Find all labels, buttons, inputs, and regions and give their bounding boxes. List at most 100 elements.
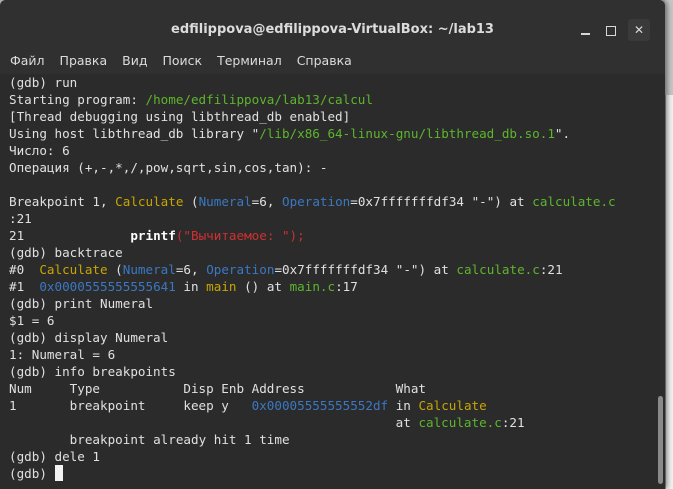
terminal-text: Operation — [206, 262, 275, 277]
terminal-line: Операция (+,-,*,/,pow,sqrt,sin,cos,tan):… — [9, 159, 655, 176]
terminal-line: (gdb) backtrace — [9, 244, 655, 261]
terminal-text: Num Type Disp Enb Address What — [9, 381, 427, 396]
terminal-text: Starting program: — [9, 92, 146, 107]
terminal-text: (gdb) backtrace — [9, 245, 123, 260]
menu-item-edit[interactable]: Правка — [60, 53, 108, 68]
terminal-text: #1 — [9, 279, 40, 294]
terminal-text: Breakpoint 1, — [9, 194, 116, 209]
terminal-text: 21 — [9, 228, 131, 243]
terminal-line: (gdb) display Numeral — [9, 329, 655, 346]
terminal-text: () at — [236, 279, 290, 294]
terminal-text: =0x7fffffffdf34 "-") at — [274, 262, 457, 277]
terminal-text: /lib/x86_64-linux-gnu/libthread_db.so.1 — [259, 126, 555, 141]
terminal-lines: (gdb) run Starting program: /home/edfilip… — [0, 74, 655, 482]
terminal-text: 1: Numeral = 6 — [9, 347, 116, 362]
terminal-line: (gdb) run — [9, 74, 655, 91]
terminal-text: Операция (+,-,*,/,pow,sqrt,sin,cos,tan):… — [9, 160, 328, 175]
terminal-line: (gdb) dele 1 — [9, 448, 655, 465]
terminal-text: :21 — [501, 415, 525, 430]
terminal-text: (gdb) — [9, 466, 55, 481]
title-bar[interactable]: edfilippova@edfilippova-VirtualBox: ~/la… — [0, 0, 665, 46]
terminal-line: Using host libthread_db library "/lib/x8… — [9, 125, 655, 142]
terminal-text: ". — [554, 126, 571, 141]
scrollbar-thumb[interactable] — [658, 396, 663, 484]
minimize-icon — [580, 32, 590, 35]
terminal-line: (gdb) info breakpoints — [9, 363, 655, 380]
terminal-line: :21 — [9, 210, 655, 227]
maximize-button[interactable] — [600, 19, 622, 41]
terminal-text: Calculate — [39, 262, 108, 277]
terminal-output[interactable]: (gdb) run Starting program: /home/edfilip… — [0, 74, 655, 489]
terminal-text: 0x0000555555555641 — [39, 279, 176, 294]
menu-item-terminal[interactable]: Терминал — [217, 53, 282, 68]
terminal-text: in — [388, 398, 419, 413]
terminal-text: Calculate — [115, 194, 184, 209]
terminal-text: Using host libthread_db library " — [9, 126, 260, 141]
terminal-text: :21 — [539, 262, 563, 277]
terminal-text: [Thread debugging using libthread_db ena… — [9, 109, 351, 124]
terminal-line: at calculate.c:21 — [9, 414, 655, 431]
terminal-text: (gdb) display Numeral — [9, 330, 169, 345]
menu-item-file[interactable]: Файл — [10, 53, 45, 68]
terminal-line: (gdb) print Numeral — [9, 295, 655, 312]
terminal-text: at — [9, 415, 419, 430]
terminal-line: #1 0x0000555555555641 in main () at main… — [9, 278, 655, 295]
minimize-button[interactable] — [574, 19, 596, 41]
terminal-text: Numeral — [198, 194, 252, 209]
terminal-line: 1 breakpoint keep y 0x00005555555552df i… — [9, 397, 655, 414]
terminal-line: 1: Numeral = 6 — [9, 346, 655, 363]
terminal-text: /home/edfilippova/lab13/calcul — [145, 92, 373, 107]
terminal-text: Numeral — [122, 262, 176, 277]
terminal-text: calculate.c — [532, 194, 616, 209]
terminal-text: calculate.c — [456, 262, 540, 277]
terminal-line: Num Type Disp Enb Address What — [9, 380, 655, 397]
menu-item-search[interactable]: Поиск — [162, 53, 202, 68]
terminal-text: =6, — [175, 262, 207, 277]
terminal-text: printf — [130, 228, 176, 243]
terminal-line: Число: 6 — [9, 142, 655, 159]
window-title: edfilippova@edfilippova-VirtualBox: ~/la… — [171, 22, 494, 37]
terminal-text: calculate.c — [418, 415, 502, 430]
close-icon: ✕ — [633, 23, 645, 37]
terminal-text: main — [206, 279, 237, 294]
menu-item-view[interactable]: Вид — [122, 53, 147, 68]
terminal-text: Число: 6 — [9, 143, 70, 158]
terminal-line: (gdb) — [9, 465, 655, 482]
terminal-cursor — [54, 465, 63, 481]
menu-item-help[interactable]: Справка — [297, 53, 352, 68]
terminal-line: Breakpoint 1, Calculate (Numeral=6, Oper… — [9, 193, 655, 210]
terminal-text: #0 — [9, 262, 40, 277]
terminal-line: [Thread debugging using libthread_db ena… — [9, 108, 655, 125]
terminal-text: Calculate — [418, 398, 487, 413]
menu-bar: Файл Правка Вид Поиск Терминал Справка — [0, 46, 665, 75]
terminal-text: $1 = 6 — [9, 313, 55, 328]
terminal-text: (gdb) run — [9, 75, 78, 90]
terminal-text: :17 — [335, 279, 358, 294]
terminal-text: :21 — [9, 211, 32, 226]
terminal-text: Operation — [282, 194, 351, 209]
terminal-text: (gdb) info breakpoints — [9, 364, 176, 379]
terminal-text: main.c — [289, 279, 336, 294]
terminal-text: ( — [183, 194, 199, 209]
terminal-text: ("Вычитаемое: "); — [175, 228, 305, 243]
terminal-line: Starting program: /home/edfilippova/lab1… — [9, 91, 655, 108]
terminal-line: #0 Calculate (Numeral=6, Operation=0x7ff… — [9, 261, 655, 278]
terminal-text: 0x00005555555552df — [251, 398, 389, 413]
terminal-text: in — [175, 279, 207, 294]
terminal-text: ( — [107, 262, 123, 277]
terminal-text: (gdb) dele 1 — [9, 449, 100, 464]
terminal-text: =0x7fffffffdf34 "-") at — [350, 194, 533, 209]
terminal-text: (gdb) print Numeral — [9, 296, 154, 311]
close-button[interactable]: ✕ — [628, 19, 650, 41]
terminal-line: 21 printf("Вычитаемое: "); — [9, 227, 655, 244]
terminal-text: breakpoint already hit 1 time — [9, 432, 290, 447]
terminal-window[interactable]: edfilippova@edfilippova-VirtualBox: ~/la… — [0, 0, 665, 489]
background-window-content — [665, 95, 673, 489]
terminal-line: $1 = 6 — [9, 312, 655, 329]
terminal-text: =6, — [251, 194, 282, 209]
terminal-line: breakpoint already hit 1 time — [9, 431, 655, 448]
terminal-text: 1 breakpoint keep y — [9, 398, 252, 413]
scrollbar[interactable] — [655, 74, 665, 489]
maximize-icon — [606, 25, 616, 36]
